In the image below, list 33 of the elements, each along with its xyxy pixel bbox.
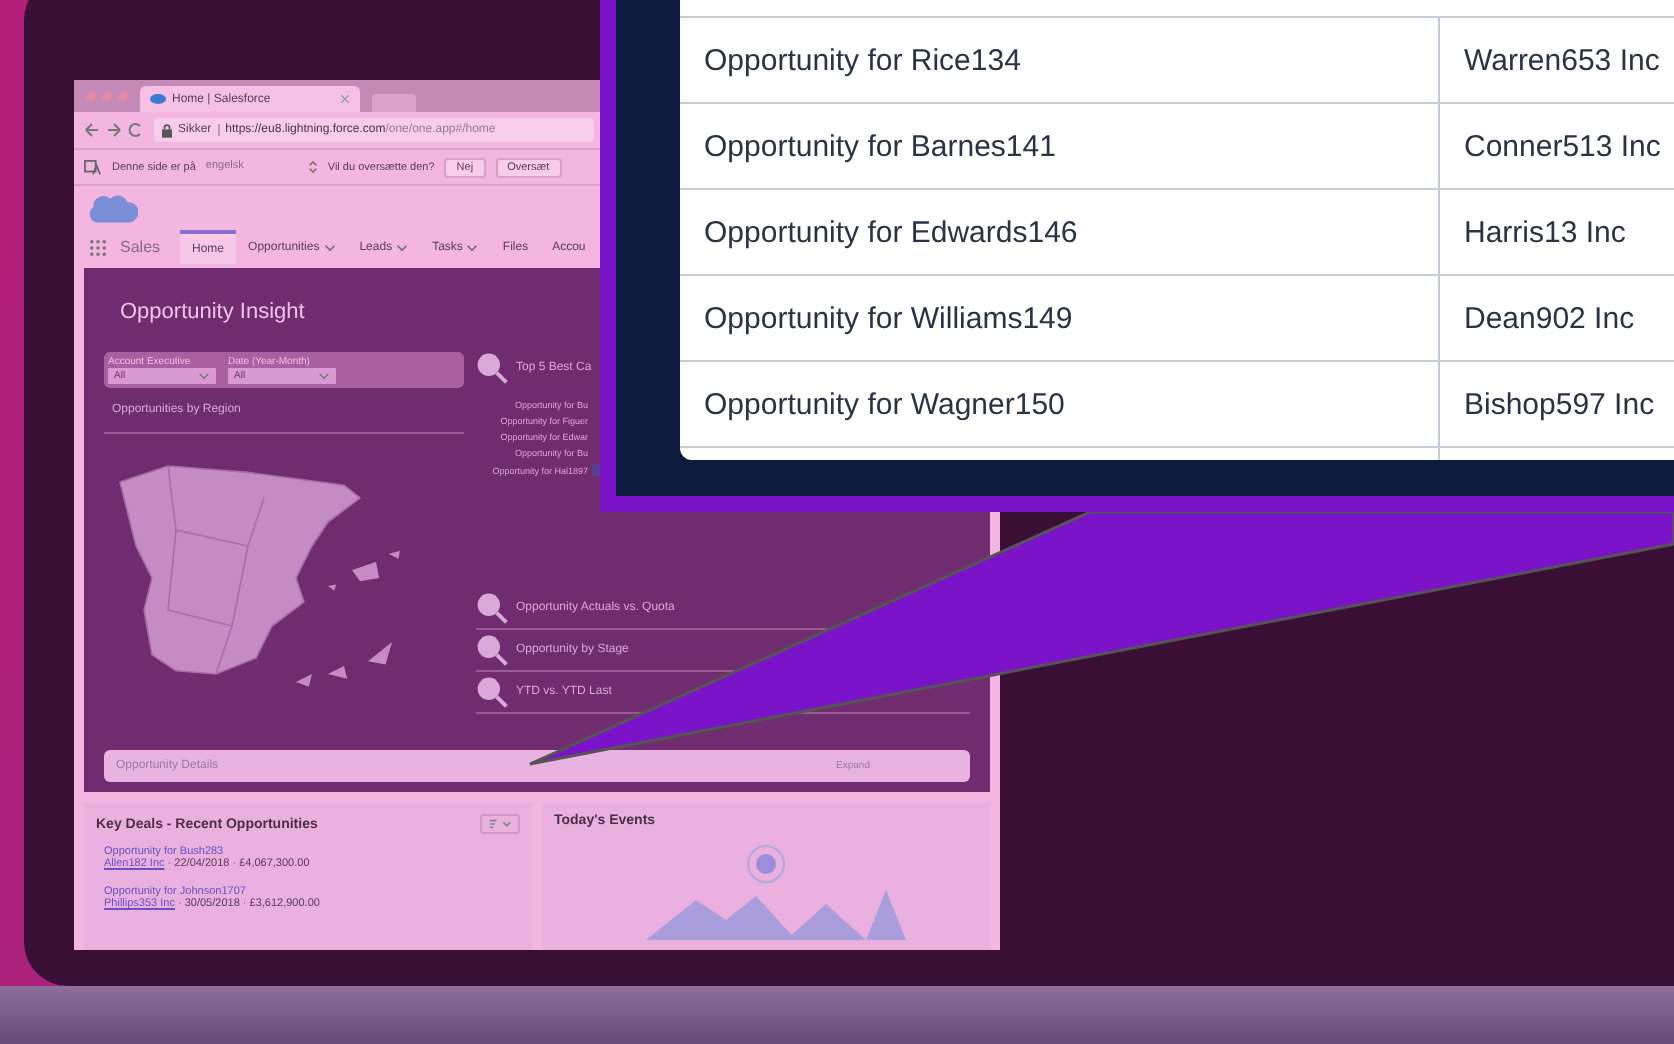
window-controls-icon[interactable]	[86, 91, 128, 101]
chevron-down-icon	[318, 372, 330, 380]
magnifier-chart-icon	[476, 634, 508, 666]
app-launcher-icon[interactable]	[90, 239, 106, 255]
app-name: Sales	[120, 238, 161, 256]
table-cell-text: Dean902 Inc	[1462, 299, 1637, 339]
table-cell-text: Warren653 Inc	[1462, 41, 1662, 81]
table-cell: Opportunity for Wagner150	[680, 362, 1440, 446]
table-cell: Opportunity for Williams149	[680, 276, 1440, 360]
sort-icon	[488, 818, 512, 830]
table-cell: Opportunity for Edwards146	[680, 190, 1440, 274]
dashboard-title: Opportunity Insight	[120, 300, 305, 324]
chevron-down-icon	[466, 243, 479, 251]
table-cell-text: Harris13 Inc	[1462, 213, 1628, 253]
chevron-down-icon	[396, 243, 409, 251]
magnifier-chart-icon	[476, 592, 508, 624]
chevron-down-icon	[323, 243, 336, 251]
magnifier-chart-icon	[476, 676, 508, 708]
cloud-icon	[150, 94, 166, 104]
magnifier-chart-icon	[476, 352, 508, 384]
up-down-arrows-icon	[307, 160, 318, 174]
cloud-logo-icon	[86, 191, 138, 225]
table-cell-text: Bishop597 Inc	[1462, 385, 1657, 425]
close-icon[interactable]	[340, 94, 350, 104]
navigation-arrows-icon[interactable]	[84, 122, 144, 138]
table-cell-text: Conner513 Inc	[1462, 127, 1663, 167]
sort-button[interactable]	[480, 814, 520, 834]
table-cell: Opportunity for Barnes141	[680, 104, 1440, 188]
translate-icon	[84, 159, 102, 175]
chevron-down-icon	[198, 372, 210, 380]
table-cell: Opportunity for Rice134	[680, 18, 1440, 102]
lock-icon	[162, 123, 172, 137]
new-tab-button[interactable]	[372, 94, 416, 112]
